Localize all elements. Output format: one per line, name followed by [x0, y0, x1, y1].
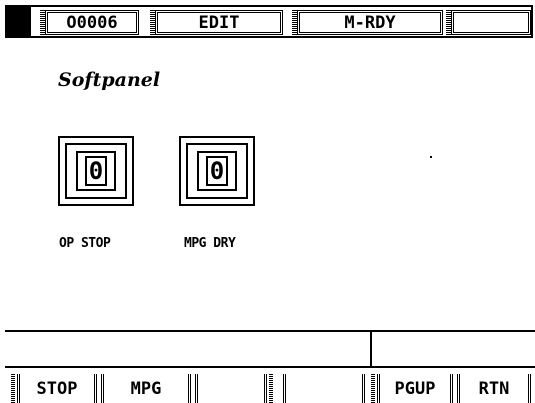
- screen-dot: [430, 156, 432, 158]
- page-title: Softpanel: [58, 69, 161, 91]
- mpg-dry-switch[interactable]: 0: [179, 136, 255, 206]
- softkey-stop[interactable]: STOP: [11, 374, 97, 403]
- mode-indicator: EDIT: [150, 10, 283, 35]
- status-cell-extra: [446, 10, 531, 35]
- softkey-mpg[interactable]: MPG: [101, 374, 191, 403]
- softkey-bar: STOP MPG PGUP RTN: [5, 366, 535, 403]
- status-indicator-block: [7, 7, 31, 36]
- input-line-border: [5, 330, 535, 332]
- mpg-dry-label: MPG DRY: [184, 236, 236, 251]
- softkey-3[interactable]: [195, 374, 273, 403]
- cnc-screen: O0006 EDIT M-RDY Softpanel 0 OP STOP 0 M…: [0, 0, 535, 403]
- softkey-rtn[interactable]: RTN: [457, 374, 531, 403]
- op-stop-switch[interactable]: 0: [58, 136, 134, 206]
- op-stop-label: OP STOP: [59, 236, 111, 251]
- softkey-4[interactable]: [283, 374, 365, 403]
- input-line-divider: [370, 332, 372, 366]
- mpg-dry-value: 0: [206, 156, 228, 186]
- op-stop-value: 0: [85, 156, 107, 186]
- machine-status: M-RDY: [292, 10, 443, 35]
- softkey-pgup[interactable]: PGUP: [371, 374, 453, 403]
- program-number: O0006: [40, 10, 139, 35]
- status-bar: O0006 EDIT M-RDY: [5, 5, 533, 38]
